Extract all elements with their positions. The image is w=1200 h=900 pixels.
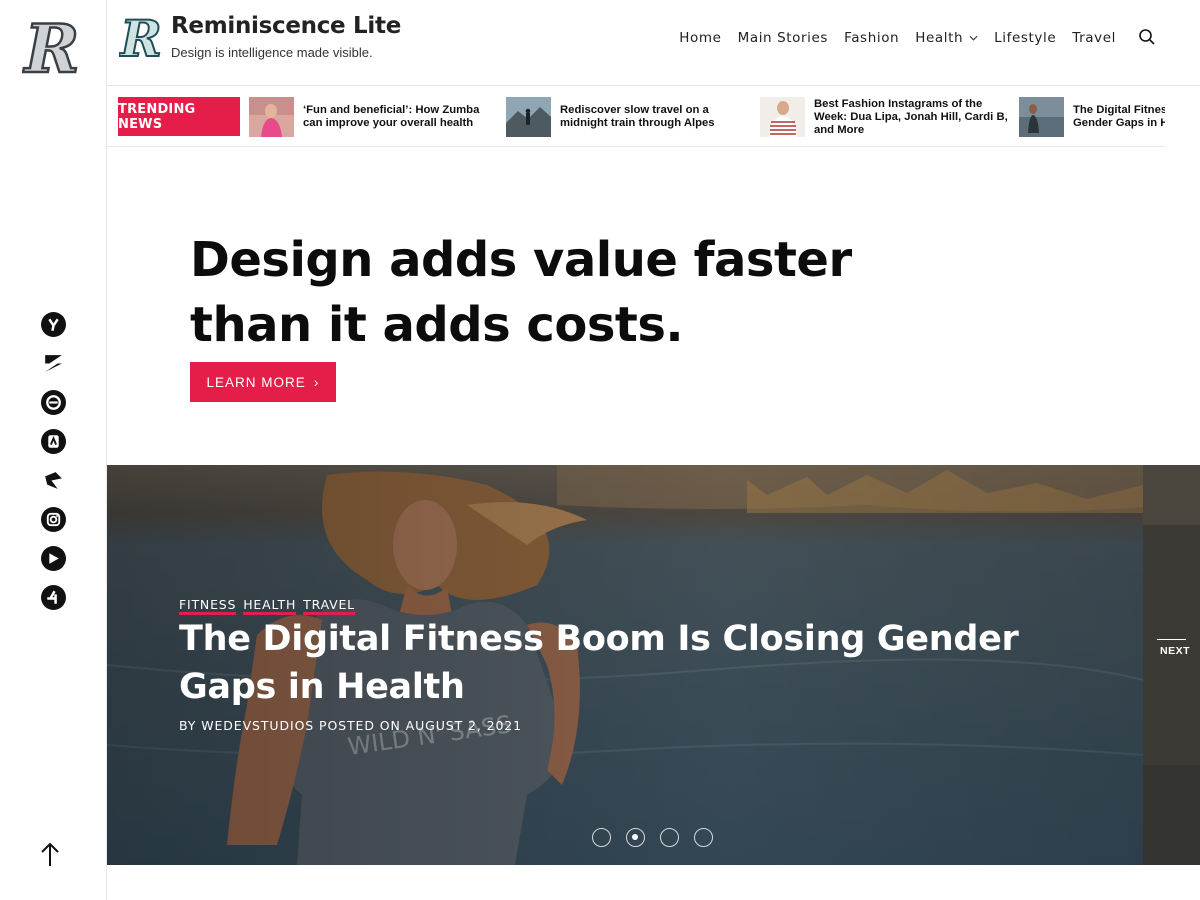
next-divider	[1157, 639, 1186, 640]
slider-dot[interactable]	[694, 828, 713, 847]
nav-travel[interactable]: Travel	[1072, 30, 1116, 46]
learn-more-label: LEARN MORE	[206, 374, 306, 390]
nav-lifestyle[interactable]: Lifestyle	[994, 30, 1056, 46]
social-link-instagram[interactable]	[40, 506, 66, 532]
next-slide-panel[interactable]: NEXT	[1143, 465, 1200, 865]
trending-thumbnail	[760, 97, 805, 137]
slider-dot-active[interactable]	[626, 828, 645, 847]
social-icon-8	[40, 584, 66, 610]
trending-item-title: Best Fashion Instagrams of the Week: Dua…	[814, 97, 1008, 136]
left-rail: R	[0, 0, 107, 900]
slide-title[interactable]: The Digital Fitness Boom Is Closing Gend…	[179, 615, 1059, 711]
social-links	[40, 311, 66, 623]
svg-text:R: R	[119, 12, 162, 64]
trending-item-title: The Digital Fitness Boom Is Closing Gend…	[1073, 104, 1165, 129]
nav-home[interactable]: Home	[679, 30, 721, 46]
instagram-icon	[40, 506, 66, 532]
trending-item-title: Rediscover slow travel on a midnight tra…	[560, 104, 715, 129]
slide-categories: FITNESS HEALTH TRAVEL	[179, 597, 355, 615]
slider-pagination	[592, 828, 713, 847]
trending-item-title: ‘Fun and beneficial’: How Zumba can impr…	[303, 104, 480, 129]
category-link[interactable]: FITNESS	[179, 597, 237, 615]
trending-item[interactable]: Best Fashion Instagrams of the Week: Dua…	[760, 97, 1010, 137]
search-icon[interactable]	[1138, 28, 1156, 46]
main-nav: Home Main Stories Fashion Health Lifesty…	[679, 30, 1116, 46]
social-link-2[interactable]	[40, 350, 66, 376]
svg-text:R: R	[23, 12, 80, 84]
social-link-8[interactable]	[40, 584, 66, 610]
brand-logo-icon[interactable]: R	[119, 12, 163, 64]
chevron-right-icon: ›	[313, 374, 320, 390]
site-header: R Reminiscence Lite Design is intelligen…	[107, 0, 1200, 86]
slider-dot[interactable]	[592, 828, 611, 847]
back-to-top-arrow-icon[interactable]	[38, 840, 62, 868]
social-link-3[interactable]	[40, 389, 66, 415]
trending-thumbnail	[249, 97, 294, 137]
learn-more-button[interactable]: LEARN MORE ›	[190, 362, 336, 402]
social-link-7[interactable]	[40, 545, 66, 571]
hero-heading: Design adds value faster than it adds co…	[190, 232, 852, 353]
trending-thumbnail	[506, 97, 551, 137]
site-tagline: Design is intelligence made visible.	[171, 45, 373, 60]
social-link-1[interactable]	[40, 311, 66, 337]
trending-item[interactable]: ‘Fun and beneficial’: How Zumba can impr…	[249, 97, 499, 137]
trending-bar: TRENDING NEWS ‘Fun and beneficial’: How …	[107, 87, 1165, 147]
slide-meta: BY WEDEVSTUDIOS POSTED ON AUGUST 2, 2021	[179, 718, 523, 733]
social-icon-1	[40, 311, 66, 337]
trending-item[interactable]: Rediscover slow travel on a midnight tra…	[506, 97, 756, 137]
social-icon-4	[40, 428, 66, 454]
next-slide-preview-image	[1143, 465, 1200, 865]
site-logo-icon[interactable]: R	[22, 12, 82, 84]
next-button[interactable]: NEXT	[1160, 645, 1190, 657]
trending-label: TRENDING NEWS	[118, 97, 240, 136]
trending-thumbnail	[1019, 97, 1064, 137]
social-icon-5	[44, 471, 62, 489]
nav-main-stories[interactable]: Main Stories	[738, 30, 828, 46]
social-icon-2	[44, 354, 62, 372]
featured-slider: WILD N' SASS FITNESS HEALTH TRAVEL The D…	[107, 465, 1143, 865]
social-link-5[interactable]	[40, 467, 66, 493]
social-link-4[interactable]	[40, 428, 66, 454]
slider-dot[interactable]	[660, 828, 679, 847]
nav-health[interactable]: Health	[915, 30, 978, 46]
social-icon-7	[40, 545, 66, 571]
site-title[interactable]: Reminiscence Lite	[171, 13, 401, 39]
nav-health-label: Health	[915, 30, 964, 46]
trending-item[interactable]: The Digital Fitness Boom Is Closing Gend…	[1019, 97, 1165, 137]
category-link[interactable]: TRAVEL	[303, 597, 355, 615]
nav-fashion[interactable]: Fashion	[844, 30, 899, 46]
chevron-down-icon	[969, 35, 978, 41]
social-icon-3	[40, 389, 66, 415]
category-link[interactable]: HEALTH	[243, 597, 297, 615]
